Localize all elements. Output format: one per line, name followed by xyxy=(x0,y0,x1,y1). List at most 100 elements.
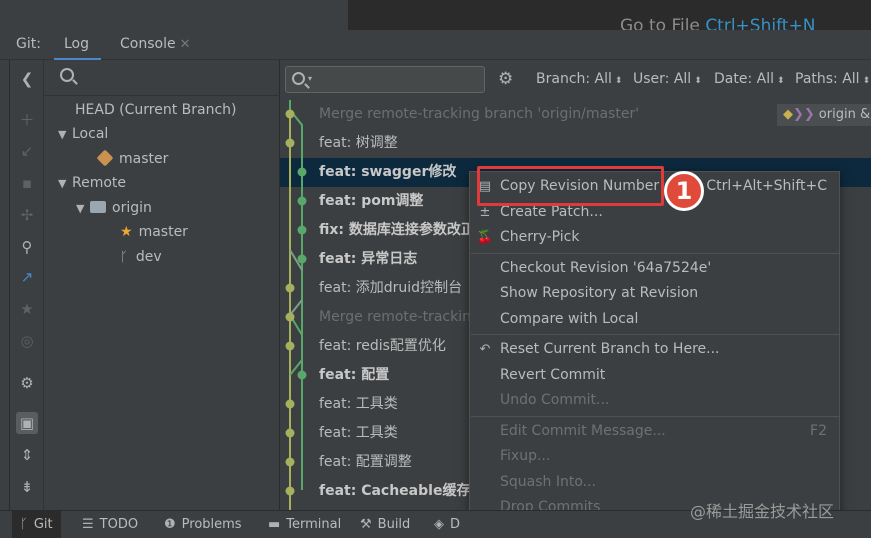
commit-node xyxy=(297,370,307,380)
commit-message: feat: swagger修改 xyxy=(319,164,457,180)
menu-item-compare-with-local[interactable]: Compare with Local xyxy=(470,307,839,332)
tag-icon xyxy=(96,149,114,167)
commit-row[interactable]: feat: 树调整 xyxy=(280,129,871,158)
filter-user[interactable]: User: All ⬍ xyxy=(633,71,702,87)
tree-local-group[interactable]: ▼ Local xyxy=(58,122,108,146)
close-icon[interactable]: ✕ xyxy=(180,37,191,52)
tree-remote-dev[interactable]: ᚴ dev xyxy=(120,245,162,269)
menu-item-shortcut: F2 xyxy=(810,422,827,439)
filter-date-label: Date: All xyxy=(714,71,774,87)
commit-message: feat: 配置 xyxy=(319,367,390,383)
toolwindow-title: Git: xyxy=(16,36,41,52)
delete-icon[interactable]: ▪ xyxy=(16,172,38,194)
favorite-star-icon[interactable]: ★ xyxy=(16,298,38,320)
commit-message: feat: 工具类 xyxy=(319,425,398,441)
layout-icon[interactable]: ▣ xyxy=(16,412,38,434)
commit-message: Merge remote-tracking xyxy=(319,309,480,325)
log-search-input[interactable]: ▾ xyxy=(285,66,485,93)
menu-item-show-repository-at-revision[interactable]: Show Repository at Revision xyxy=(470,281,839,306)
filter-paths[interactable]: Paths: All ⬍ xyxy=(795,71,870,87)
tree-head[interactable]: HEAD (Current Branch) xyxy=(75,98,237,122)
tool-tab-d[interactable]: ◈ D xyxy=(434,511,460,538)
ref-label-text: origin & xyxy=(818,107,871,122)
tab-console[interactable]: Console ✕ xyxy=(120,36,190,52)
menu-item-undo-commit[interactable]: Undo Commit... xyxy=(470,388,839,413)
tab-log[interactable]: Log xyxy=(53,36,102,61)
editor-hint-text: Go to File xyxy=(620,16,700,30)
menu-item-squash-into[interactable]: Squash Into... xyxy=(470,470,839,495)
commit-message: feat: Cacheable缓存研 xyxy=(319,483,485,499)
filter-date[interactable]: Date: All ⬍ xyxy=(714,71,785,87)
commit-message: feat: pom调整 xyxy=(319,193,424,209)
tab-console-label: Console xyxy=(120,36,176,52)
menu-item-revert-commit[interactable]: Revert Commit xyxy=(470,363,839,388)
menu-item-cherry-pick[interactable]: 🍒 Cherry-Pick xyxy=(470,225,839,250)
menu-item-label: Cherry-Pick xyxy=(500,229,580,245)
editor-pane: Go to File Ctrl+Shift+N xyxy=(348,0,871,30)
gear-icon[interactable]: ⚙ xyxy=(498,69,513,89)
build-icon: ⚒ xyxy=(360,517,372,532)
expand-all-icon[interactable]: ⇕ xyxy=(16,444,38,466)
updown-icon: ⬍ xyxy=(862,76,871,86)
menu-item-reset-current-branch-to-here[interactable]: ↶ Reset Current Branch to Here... xyxy=(470,337,839,362)
commit-node xyxy=(297,225,307,235)
commit-node xyxy=(285,109,295,119)
local-branch-label: master xyxy=(119,151,169,167)
filter-branch-label: Branch: All xyxy=(536,71,612,87)
terminal-icon: ▬ xyxy=(268,517,281,532)
highlight-box xyxy=(477,166,664,206)
commit-node xyxy=(297,254,307,264)
menu-item-edit-commit-message[interactable]: Edit Commit Message... F2 xyxy=(470,419,839,444)
tree-local-master[interactable]: master xyxy=(96,147,169,171)
tab-log-label: Log xyxy=(64,36,90,52)
tool-tab-todo[interactable]: ☰ TODO xyxy=(82,511,138,538)
commit-node xyxy=(285,399,295,409)
commit-message: feat: redis配置优化 xyxy=(319,338,446,354)
commit-message: feat: 配置调整 xyxy=(319,454,412,470)
collapse-all-icon[interactable]: ⇟ xyxy=(16,476,38,498)
fetch-icon[interactable]: ◎ xyxy=(16,330,38,352)
tool-tab-build[interactable]: ⚒ Build xyxy=(360,511,410,538)
tool-tab-label: TODO xyxy=(99,517,139,532)
filter-branch[interactable]: Branch: All ⬍ xyxy=(536,71,622,87)
commit-message: Merge remote-tracking branch 'origin/mas… xyxy=(319,106,640,122)
search-icon xyxy=(60,68,74,82)
tool-tab-git[interactable]: ᚴ Git xyxy=(12,511,61,538)
merge-icon[interactable]: ✢ xyxy=(16,204,38,226)
chevron-down-icon[interactable]: ▼ xyxy=(58,123,72,147)
tree-remote-master[interactable]: ★ master xyxy=(120,220,188,244)
commit-node xyxy=(297,167,307,177)
head-label: HEAD (Current Branch) xyxy=(75,102,237,118)
menu-item-label: Squash Into... xyxy=(500,473,597,490)
updown-icon: ⬍ xyxy=(614,76,623,86)
tool-tab-label: D xyxy=(450,517,461,532)
editor-area: Go to File Ctrl+Shift+N xyxy=(0,0,871,30)
menu-item-fixup[interactable]: Fixup... xyxy=(470,444,839,469)
chevron-down-icon[interactable]: ▼ xyxy=(76,197,90,221)
checkout-icon[interactable]: ↗ xyxy=(16,266,38,288)
tool-tab-label: Terminal xyxy=(286,517,342,532)
tool-tab-terminal[interactable]: ▬ Terminal xyxy=(268,511,341,538)
commit-node xyxy=(297,196,307,206)
tool-tab-label: Build xyxy=(377,517,411,532)
cherry-icon: 🍒 xyxy=(476,230,494,245)
branch-search[interactable] xyxy=(44,60,280,96)
update-icon[interactable]: ↙ xyxy=(16,140,38,162)
tool-tab-problems[interactable]: ❶ Problems xyxy=(164,511,242,538)
tree-remote-origin[interactable]: ▼ origin xyxy=(76,196,152,220)
branches-panel: HEAD (Current Branch) ▼ Local master ▼ Rem… xyxy=(44,60,280,510)
updown-icon: ⬍ xyxy=(777,76,785,86)
commit-message: feat: 异常日志 xyxy=(319,251,418,267)
back-arrow-icon[interactable]: ❮ xyxy=(16,68,38,90)
branch-icon: ᚴ xyxy=(120,250,128,265)
tree-remote-group[interactable]: ▼ Remote xyxy=(58,171,126,195)
settings-gear-icon[interactable]: ⚙ xyxy=(16,372,38,394)
menu-item-label: Compare with Local xyxy=(500,310,639,327)
search-icon[interactable]: ⚲ xyxy=(16,236,38,258)
commit-message: feat: 添加druid控制台 xyxy=(319,280,463,296)
local-group-label: Local xyxy=(72,126,109,142)
add-icon[interactable]: ＋ xyxy=(16,108,38,130)
log-toolbar: ▾ ⚙ Branch: All ⬍ User: All ⬍ Date: All ⬍ P… xyxy=(280,60,871,100)
menu-item-checkout-revision-64a7524e[interactable]: Checkout Revision '64a7524e' xyxy=(470,256,839,281)
chevron-down-icon[interactable]: ▼ xyxy=(58,172,72,196)
